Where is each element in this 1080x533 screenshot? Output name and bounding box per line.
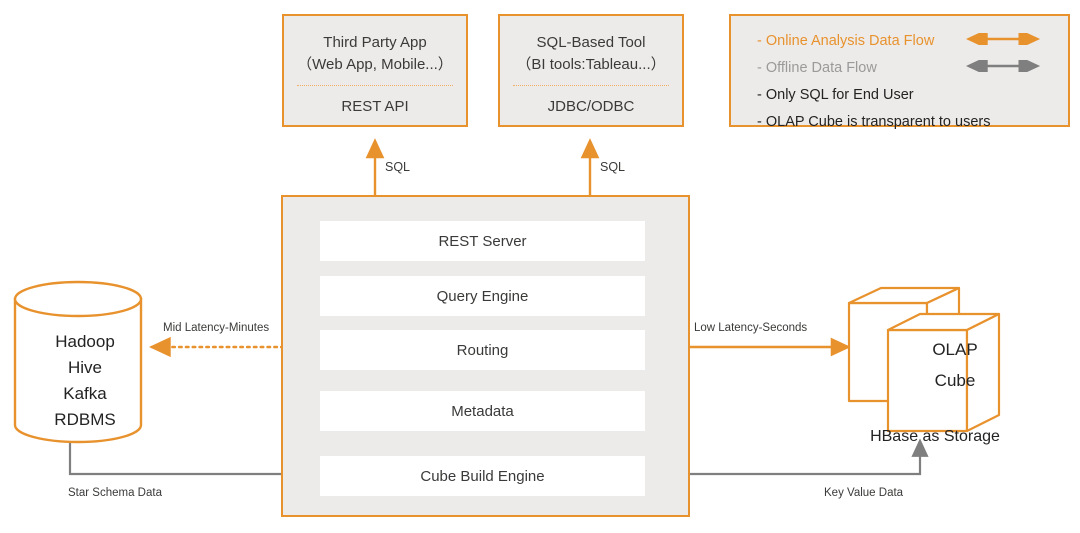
legend-box: - Online Analysis Data Flow - Offline Da… [729, 14, 1070, 130]
client-protocol-label: REST API [341, 98, 409, 115]
legend-item-online-analysis: - Online Analysis Data Flow [731, 27, 1068, 54]
olap-cube[interactable]: OLAP Cube [845, 286, 1020, 431]
olap-cube-labels: OLAP Cube [905, 334, 1005, 396]
sql-based-tool-box[interactable]: SQL-Based Tool （BI tools:Tableau...） JDB… [498, 14, 684, 127]
double-arrow-gray-icon [964, 55, 1042, 76]
kylin-core-panel: REST Server Query Engine Routing Metadat… [281, 195, 690, 517]
source-line-hadoop: Hadoop [55, 332, 115, 351]
source-line-rdbms: RDBMS [54, 410, 116, 429]
edge-label-sql-right: SQL [600, 160, 626, 174]
legend-item-offline-flow: - Offline Data Flow [731, 54, 1068, 81]
layer-metadata[interactable]: Metadata [320, 391, 645, 431]
client-title-line2: （Web App, Mobile...） [297, 56, 453, 73]
client-protocol-label: JDBC/ODBC [547, 98, 635, 115]
client-title: SQL-Based Tool （BI tools:Tableau...） [516, 16, 665, 76]
edge-label-mid-latency: Mid Latency-Minutes [163, 322, 270, 334]
edge-label-low-latency: Low Latency-Seconds [694, 322, 808, 334]
data-source-cylinder[interactable]: Hadoop Hive Kafka RDBMS [14, 282, 156, 442]
data-source-labels: Hadoop Hive Kafka RDBMS [14, 329, 156, 433]
hbase-storage-caption: HBase as Storage [870, 428, 1000, 445]
client-title-line1: Third Party App [323, 34, 427, 51]
legend-item-label: - Offline Data Flow [757, 59, 877, 76]
connector-star-schema [68, 440, 320, 483]
layer-routing[interactable]: Routing [320, 330, 645, 370]
double-arrow-orange-icon [964, 28, 1042, 49]
legend-item-label: - Only SQL for End User [757, 86, 914, 103]
edge-label-sql-left: SQL [385, 160, 411, 174]
diagram-canvas: Third Party App （Web App, Mobile...） RES… [0, 0, 1080, 533]
source-line-kafka: Kafka [63, 384, 107, 403]
client-title-line2: （BI tools:Tableau...） [516, 56, 666, 73]
legend-item-only-sql: - Only SQL for End User [731, 81, 1068, 108]
legend-item-label: - OLAP Cube is transparent to users [757, 113, 991, 130]
layer-cube-build-engine[interactable]: Cube Build Engine [320, 456, 645, 496]
legend-item-label: - Online Analysis Data Flow [757, 32, 935, 49]
legend-item-olap-transparent: - OLAP Cube is transparent to users [731, 108, 1068, 135]
client-title-line1: SQL-Based Tool [536, 34, 646, 51]
layer-rest-server[interactable]: REST Server [320, 221, 645, 261]
client-title: Third Party App （Web App, Mobile...） [297, 16, 453, 76]
third-party-app-box[interactable]: Third Party App （Web App, Mobile...） RES… [282, 14, 468, 127]
edge-label-star-schema: Star Schema Data [68, 487, 162, 499]
source-line-hive: Hive [67, 358, 102, 377]
cube-line-olap: OLAP [932, 340, 978, 359]
edge-label-key-value: Key Value Data [824, 487, 904, 499]
cube-line-cube: Cube [934, 371, 976, 390]
layer-query-engine[interactable]: Query Engine [320, 276, 645, 316]
